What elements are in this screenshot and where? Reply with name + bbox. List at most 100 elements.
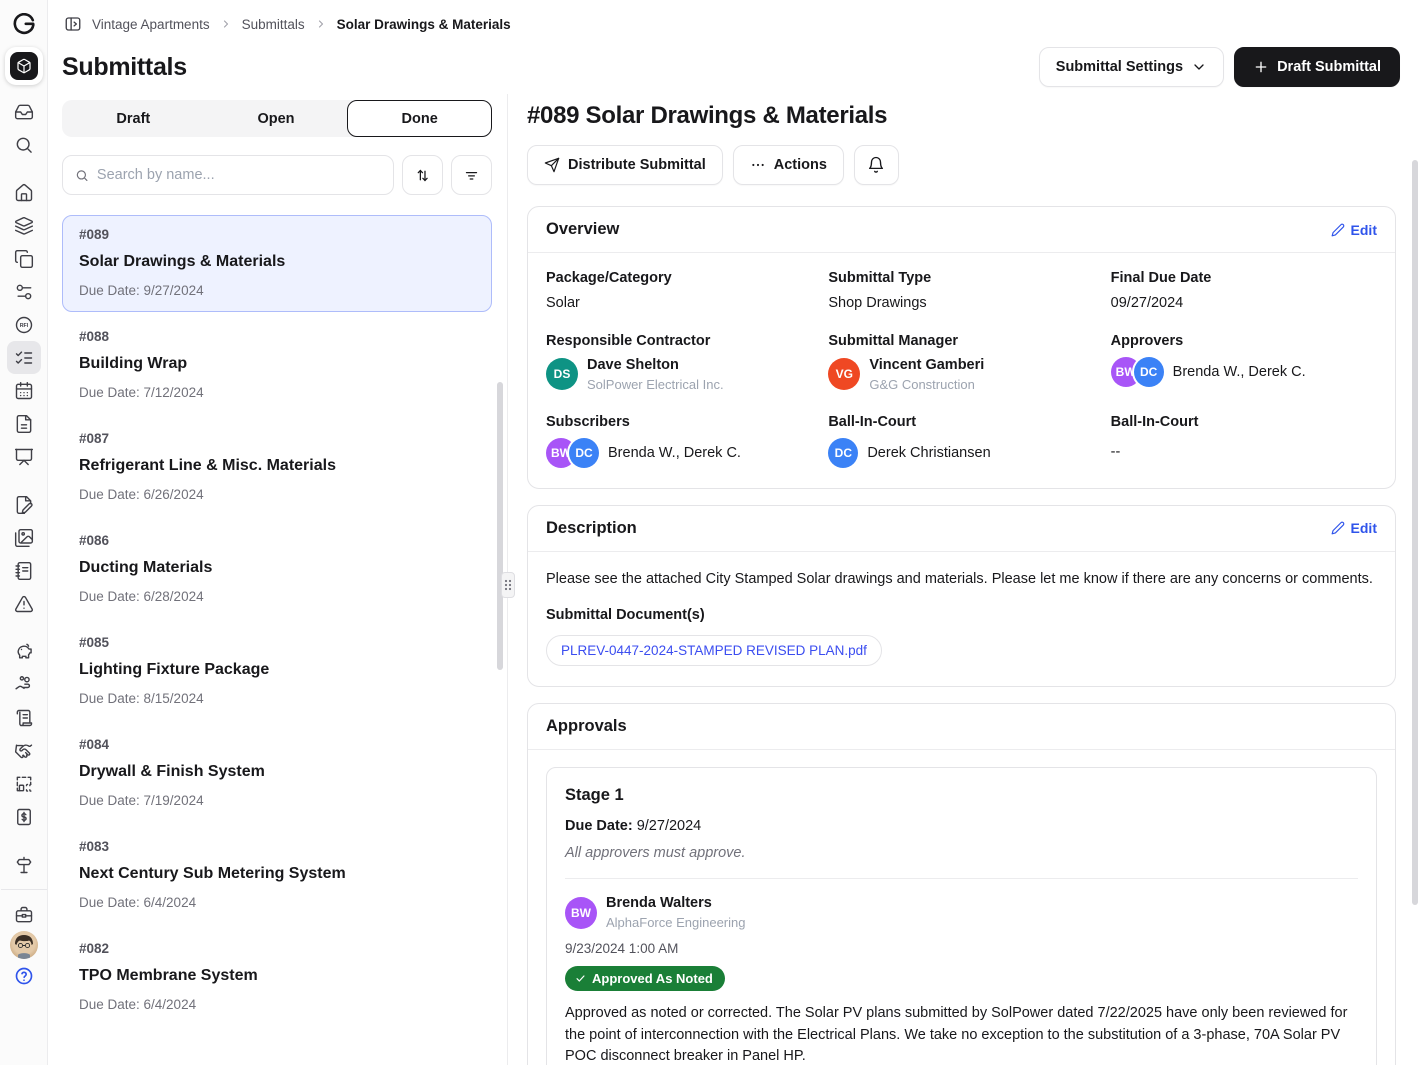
- list-item[interactable]: #085 Lighting Fixture Package Due Date: …: [62, 623, 492, 720]
- overview-edit-button[interactable]: Edit: [1331, 222, 1377, 238]
- submittal-list-panel: Draft Open Done #089 Solar D: [48, 94, 500, 1065]
- list-item[interactable]: #086 Ducting Materials Due Date: 6/28/20…: [62, 521, 492, 618]
- presentation-icon[interactable]: [7, 440, 41, 473]
- app-logo-icon[interactable]: [7, 8, 41, 41]
- notebook-icon[interactable]: [7, 554, 41, 587]
- scroll-icon[interactable]: [7, 701, 41, 734]
- field-submittal-manager: Submittal Manager VG Vincent Gamberi G&G…: [828, 333, 1094, 392]
- submittal-settings-label: Submittal Settings: [1056, 59, 1183, 75]
- list-item[interactable]: #082 TPO Membrane System Due Date: 6/4/2…: [62, 929, 492, 1026]
- actions-label: Actions: [774, 157, 827, 173]
- breadcrumb: Vintage Apartments Submittals Solar Draw…: [48, 0, 1420, 40]
- calendar-icon[interactable]: [7, 374, 41, 407]
- handshake-icon[interactable]: [7, 734, 41, 767]
- send-icon: [544, 157, 560, 173]
- filter-button[interactable]: [451, 155, 492, 195]
- filter-icon: [463, 167, 480, 184]
- check-icon: [575, 973, 586, 984]
- notifications-button[interactable]: [854, 145, 899, 185]
- hand-coins-icon[interactable]: [7, 668, 41, 701]
- item-title: Solar Drawings & Materials: [79, 253, 475, 271]
- bell-icon: [867, 156, 885, 174]
- inbox-icon[interactable]: [7, 95, 41, 128]
- item-number: #082: [79, 941, 475, 956]
- pencil-icon: [1331, 521, 1345, 535]
- ellipsis-icon: [750, 157, 766, 173]
- list-item[interactable]: #088 Building Wrap Due Date: 7/12/2024: [62, 317, 492, 414]
- incidents-warning-icon[interactable]: [7, 587, 41, 620]
- item-due-date: Due Date: 6/28/2024: [79, 589, 475, 604]
- piggy-bank-icon[interactable]: [7, 635, 41, 668]
- user-avatar[interactable]: [10, 931, 38, 959]
- list-item[interactable]: #089 Solar Drawings & Materials Due Date…: [62, 215, 492, 312]
- collapse-sidebar-icon[interactable]: [64, 15, 82, 33]
- item-title: Refrigerant Line & Misc. Materials: [79, 457, 475, 475]
- tab-draft[interactable]: Draft: [62, 100, 205, 137]
- panel-divider: [500, 94, 516, 1065]
- description-edit-button[interactable]: Edit: [1331, 520, 1377, 536]
- page-title: Submittals: [62, 53, 187, 82]
- draft-submittal-button[interactable]: Draft Submittal: [1234, 47, 1400, 87]
- field-final-due-date: Final Due Date 09/27/2024: [1111, 270, 1377, 311]
- documents-copy-icon[interactable]: [7, 242, 41, 275]
- item-due-date: Due Date: 7/19/2024: [79, 793, 475, 808]
- item-number: #087: [79, 431, 475, 446]
- item-number: #088: [79, 329, 475, 344]
- stage-due-value: 9/27/2024: [637, 818, 702, 834]
- plus-icon: [1253, 59, 1269, 75]
- search-box: [62, 155, 394, 195]
- help-icon[interactable]: [7, 959, 41, 992]
- rfi-icon[interactable]: RFI: [7, 308, 41, 341]
- edit-label: Edit: [1351, 520, 1377, 536]
- sort-icon: [414, 167, 431, 184]
- file-sign-icon[interactable]: [7, 488, 41, 521]
- search-nav-icon[interactable]: [7, 128, 41, 161]
- avatar: DC: [1134, 357, 1164, 387]
- item-title: Drywall & Finish System: [79, 763, 475, 781]
- sort-button[interactable]: [402, 155, 443, 195]
- item-due-date: Due Date: 6/4/2024: [79, 997, 475, 1012]
- tab-open[interactable]: Open: [205, 100, 348, 137]
- distribute-submittal-button[interactable]: Distribute Submittal: [527, 145, 723, 185]
- toolbox-icon[interactable]: [7, 898, 41, 931]
- layers-icon[interactable]: [7, 209, 41, 242]
- list-item[interactable]: #083 Next Century Sub Metering System Du…: [62, 827, 492, 924]
- list-item[interactable]: #087 Refrigerant Line & Misc. Materials …: [62, 419, 492, 516]
- search-input[interactable]: [97, 167, 381, 183]
- chevron-down-icon: [1191, 59, 1207, 75]
- item-due-date: Due Date: 8/15/2024: [79, 691, 475, 706]
- item-number: #084: [79, 737, 475, 752]
- description-heading: Description: [546, 519, 637, 538]
- field-subscribers: Subscribers BW DC Brenda W., Derek C.: [546, 414, 812, 468]
- approvals-card: Approvals Stage 1 Due Date: 9/27/2024 Al…: [527, 703, 1396, 1065]
- document-pill[interactable]: PLREV-0447-2024-STAMPED REVISED PLAN.pdf: [546, 635, 882, 666]
- item-title: TPO Membrane System: [79, 967, 475, 985]
- item-number: #086: [79, 533, 475, 548]
- home-icon[interactable]: [7, 176, 41, 209]
- overview-card: Overview Edit Package/Category Solar Sub…: [527, 206, 1396, 489]
- status-tabs: Draft Open Done: [62, 100, 492, 137]
- breadcrumb-project[interactable]: Vintage Apartments: [92, 17, 210, 32]
- daily-log-icon[interactable]: [7, 407, 41, 440]
- page-scrollbar[interactable]: [1412, 160, 1418, 905]
- item-title: Building Wrap: [79, 355, 475, 373]
- breadcrumb-section[interactable]: Submittals: [242, 17, 305, 32]
- controls-sliders-icon[interactable]: [7, 275, 41, 308]
- tab-done[interactable]: Done: [347, 100, 492, 137]
- stage-due-label: Due Date:: [565, 818, 633, 834]
- field-submittal-type: Submittal Type Shop Drawings: [828, 270, 1094, 311]
- actions-button[interactable]: Actions: [733, 145, 844, 185]
- signpost-icon[interactable]: [7, 848, 41, 881]
- list-item[interactable]: #084 Drywall & Finish System Due Date: 7…: [62, 725, 492, 822]
- budget-icon[interactable]: [7, 767, 41, 800]
- approval-comment: Approved as noted or corrected. The Sola…: [565, 1003, 1358, 1065]
- submittals-checklist-icon[interactable]: [7, 341, 41, 374]
- resize-grip[interactable]: [501, 572, 515, 598]
- stage-title: Stage 1: [565, 786, 1358, 805]
- avatar: DC: [828, 438, 858, 468]
- active-module-button[interactable]: [5, 47, 43, 85]
- photos-icon[interactable]: [7, 521, 41, 554]
- submittal-settings-button[interactable]: Submittal Settings: [1039, 47, 1224, 87]
- invoice-dollar-icon[interactable]: [7, 800, 41, 833]
- grip-dots-icon: [504, 579, 512, 591]
